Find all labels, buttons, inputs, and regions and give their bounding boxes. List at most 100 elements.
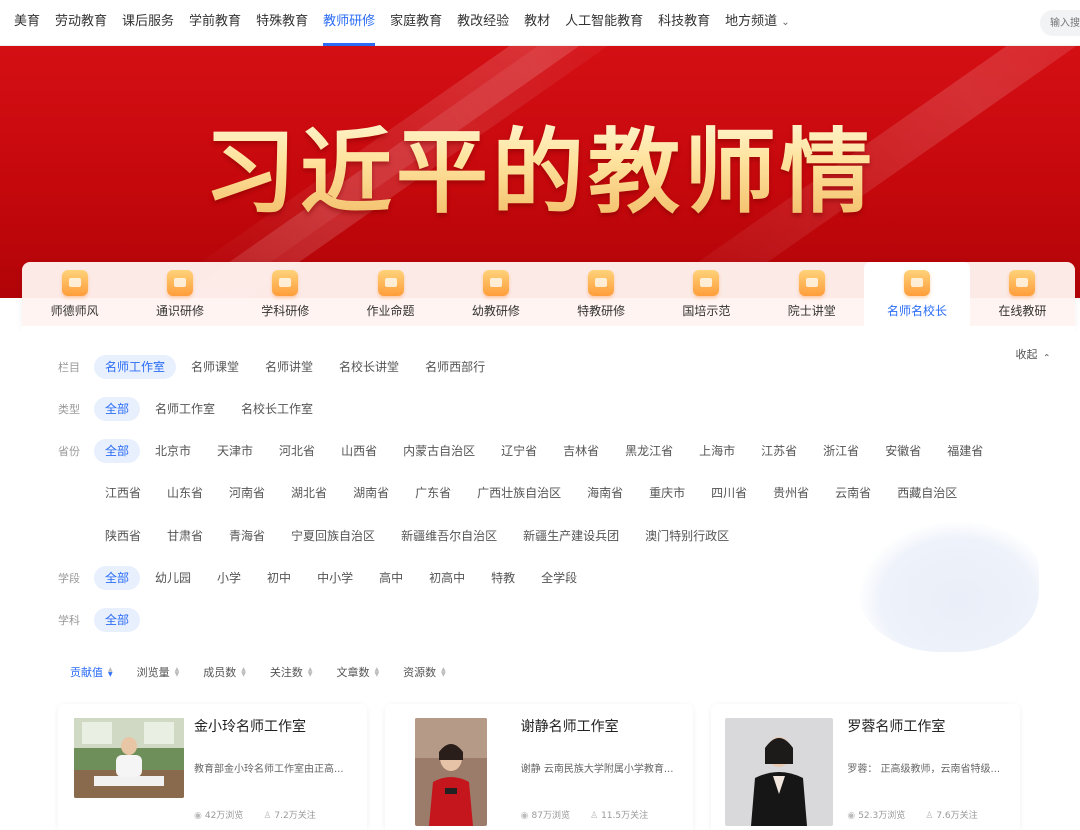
hand-icon xyxy=(588,270,615,296)
filter-chip[interactable]: 名校长工作室 xyxy=(230,397,324,421)
filter-chip[interactable]: 陕西省 xyxy=(94,524,152,548)
filter-chip[interactable]: 广东省 xyxy=(404,481,462,505)
filter-chip[interactable]: 宁夏回族自治区 xyxy=(280,524,386,548)
sort-contribution[interactable]: 贡献值 ▲ ▼ xyxy=(70,664,113,680)
studio-desc: 教育部金小玲名师工作室由正高... xyxy=(194,764,344,775)
studio-name: 金小玲名师工作室 xyxy=(194,719,306,735)
nav-item-jiating[interactable]: 家庭教育 xyxy=(390,0,442,46)
filter-chip[interactable]: 重庆市 xyxy=(638,481,696,505)
tab-yuanshi[interactable]: 院士讲堂 xyxy=(759,262,864,326)
filter-chip[interactable]: 福建省 xyxy=(936,439,994,463)
filter-chip[interactable]: 特教 xyxy=(480,566,526,590)
filter-label: 学科 xyxy=(58,614,80,627)
filter-chip[interactable]: 黑龙江省 xyxy=(614,439,684,463)
sort-resources[interactable]: 资源数 ▲ ▼ xyxy=(403,664,446,680)
filter-chip[interactable]: 山东省 xyxy=(156,481,214,505)
nav-item-jiaoshi-yanxiu[interactable]: 教师研修 xyxy=(323,0,376,46)
nav-item-kehou[interactable]: 课后服务 xyxy=(122,0,174,46)
filter-chip[interactable]: 高中 xyxy=(368,566,414,590)
sort-articles[interactable]: 文章数 ▲ ▼ xyxy=(337,664,380,680)
filter-chip[interactable]: 青海省 xyxy=(218,524,276,548)
filter-chip[interactable]: 初中 xyxy=(256,566,302,590)
follows-stat: ♙ 7.6万关注 xyxy=(925,808,987,821)
search-input[interactable] xyxy=(1040,10,1080,36)
filter-chip[interactable]: 全部 xyxy=(94,439,141,463)
collapse-button[interactable]: 收起 ⌄ xyxy=(1015,346,1051,362)
filter-chip[interactable]: 中小学 xyxy=(306,566,364,590)
filter-chip[interactable]: 名师工作室 xyxy=(144,397,226,421)
filter-chip[interactable]: 全部 xyxy=(94,566,141,590)
filter-chip[interactable]: 甘肃省 xyxy=(156,524,214,548)
studio-photo xyxy=(725,718,834,826)
filter-chip[interactable]: 湖北省 xyxy=(280,481,338,505)
filter-chip[interactable]: 幼儿园 xyxy=(144,566,202,590)
follows-count: 7.6万关注 xyxy=(936,811,978,821)
chevron-up-icon: ⌄ xyxy=(1043,351,1051,361)
views-count: 52.3万浏览 xyxy=(858,811,906,821)
tab-youjiao[interactable]: 幼教研修 xyxy=(443,262,548,326)
filter-chip[interactable]: 辽宁省 xyxy=(490,439,548,463)
nav-item-teshu[interactable]: 特殊教育 xyxy=(256,0,308,46)
tab-label: 特教研修 xyxy=(577,304,626,318)
filter-chip[interactable]: 名师西部行 xyxy=(414,355,496,379)
tab-zuoye[interactable]: 作业命题 xyxy=(338,262,443,326)
sort-arrows-icon: ▲ ▼ xyxy=(374,666,380,678)
filter-chip[interactable]: 浙江省 xyxy=(812,439,870,463)
nav-item-meiyu[interactable]: 美育 xyxy=(14,0,40,46)
filter-chip[interactable]: 名师课堂 xyxy=(180,355,250,379)
user-icon: ♙ xyxy=(263,811,272,821)
studio-card[interactable]: 谢静名师工作室 谢静 云南民族大学附属小学教育... ◉ 87万浏览 ♙ 11.5万… xyxy=(384,704,694,830)
filter-chip[interactable]: 湖南省 xyxy=(342,481,400,505)
nav-item-ai[interactable]: 人工智能教育 xyxy=(565,0,643,46)
tab-zaixian[interactable]: 在线教研 xyxy=(970,262,1075,326)
nav-item-laodong[interactable]: 劳动教育 xyxy=(55,0,107,46)
filter-chip[interactable]: 广西壮族自治区 xyxy=(466,481,572,505)
filter-chip[interactable]: 江西省 xyxy=(94,481,152,505)
filter-chip[interactable]: 全部 xyxy=(94,608,141,632)
studio-card[interactable]: 罗蓉名师工作室 罗蓉： 正高级教师，云南省特级... ◉ 52.3万浏览 ♙ 7.6… xyxy=(711,704,1021,830)
filter-chip[interactable]: 河南省 xyxy=(218,481,276,505)
filter-chip[interactable]: 名师工作室 xyxy=(94,355,177,379)
nav-item-keji[interactable]: 科技教育 xyxy=(658,0,710,46)
filter-chip[interactable]: 上海市 xyxy=(688,439,746,463)
filter-chip[interactable]: 河北省 xyxy=(268,439,326,463)
filter-chip[interactable]: 四川省 xyxy=(700,481,758,505)
filter-chip[interactable]: 北京市 xyxy=(144,439,202,463)
filter-chip[interactable]: 江苏省 xyxy=(750,439,808,463)
filter-chip[interactable]: 小学 xyxy=(206,566,252,590)
filter-chip[interactable]: 吉林省 xyxy=(552,439,610,463)
filter-chip[interactable]: 西藏自治区 xyxy=(886,481,968,505)
filter-chip[interactable]: 新疆生产建设兵团 xyxy=(512,524,630,548)
studio-name: 谢静名师工作室 xyxy=(520,719,619,735)
tab-mingshi[interactable]: 名师名校长 xyxy=(864,262,970,326)
sort-follows[interactable]: 关注数 ▲ ▼ xyxy=(270,664,313,680)
nav-item-jiaogai[interactable]: 教改经验 xyxy=(457,0,509,46)
filter-chip[interactable]: 全学段 xyxy=(530,566,588,590)
tab-tongshi[interactable]: 通识研修 xyxy=(127,262,232,326)
filter-chip[interactable]: 全部 xyxy=(94,397,141,421)
filter-chip[interactable]: 初高中 xyxy=(418,566,476,590)
filter-chip[interactable]: 名校长讲堂 xyxy=(328,355,410,379)
nav-item-xueqian[interactable]: 学前教育 xyxy=(189,0,241,46)
filter-chip[interactable]: 云南省 xyxy=(824,481,882,505)
filter-chip[interactable]: 名师讲堂 xyxy=(254,355,324,379)
sort-views[interactable]: 浏览量 ▲ ▼ xyxy=(137,664,180,680)
filter-chip[interactable]: 天津市 xyxy=(206,439,264,463)
studio-card[interactable]: 金小玲名师工作室 教育部金小玲名师工作室由正高... ◉ 42万浏览 ♙ 7.2万关… xyxy=(58,704,367,830)
tab-shide[interactable]: 师德师风 xyxy=(22,262,127,326)
filter-chip[interactable]: 新疆维吾尔自治区 xyxy=(390,524,508,548)
filter-chip[interactable]: 安徽省 xyxy=(874,439,932,463)
filter-chip[interactable]: 贵州省 xyxy=(762,481,820,505)
filter-chip[interactable]: 澳门特别行政区 xyxy=(634,524,740,548)
filter-chip[interactable]: 山西省 xyxy=(330,439,388,463)
tab-xueke[interactable]: 学科研修 xyxy=(233,262,338,326)
filter-chip[interactable]: 海南省 xyxy=(576,481,634,505)
nav-item-difang[interactable]: 地方频道 ⌄ xyxy=(725,0,789,46)
filter-chip[interactable]: 内蒙古自治区 xyxy=(392,439,486,463)
tab-guopei[interactable]: 国培示范 xyxy=(654,262,759,326)
nav-item-jiaocai[interactable]: 教材 xyxy=(524,0,550,46)
tab-tejiao[interactable]: 特教研修 xyxy=(548,262,653,326)
filter-row-lanmu: 栏目 名师工作室 名师课堂 名师讲堂 名校长讲堂 名师西部行 xyxy=(58,355,500,379)
sort-members[interactable]: 成员数 ▲ ▼ xyxy=(203,664,246,680)
studio-name: 罗蓉名师工作室 xyxy=(847,719,946,735)
